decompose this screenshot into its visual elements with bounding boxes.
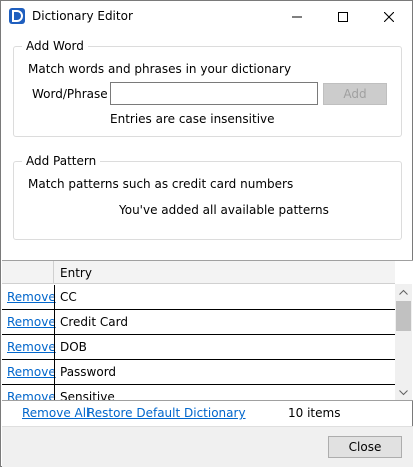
entry-cell[interactable]: Password	[60, 365, 116, 379]
dictionary-entries-table: Entry Remove CC Remove Credit Card Remov…	[2, 260, 413, 401]
close-icon	[384, 11, 394, 22]
table-row: Remove Credit Card	[2, 310, 395, 335]
cell-divider	[54, 335, 55, 360]
close-button[interactable]: Close	[328, 436, 402, 458]
add-pattern-group: Add Pattern	[13, 154, 402, 240]
table-row: Remove Sensitive	[2, 385, 395, 400]
word-phrase-input[interactable]	[110, 82, 318, 105]
scroll-down-icon[interactable]	[395, 384, 412, 401]
table-row: Remove Password	[2, 360, 395, 385]
remove-link[interactable]: Remove	[7, 340, 56, 354]
entry-cell[interactable]: CC	[60, 290, 77, 304]
cell-divider	[54, 310, 55, 335]
entry-cell[interactable]: DOB	[60, 340, 87, 354]
entry-cell[interactable]: Credit Card	[60, 315, 128, 329]
remove-link[interactable]: Remove	[7, 390, 56, 400]
restore-default-dictionary-link[interactable]: Restore Default Dictionary	[87, 406, 246, 420]
table-row: Remove DOB	[2, 335, 395, 360]
cell-divider	[54, 360, 55, 385]
add-pattern-legend: Add Pattern	[22, 154, 101, 168]
remove-column-header	[2, 261, 54, 284]
app-logo-icon	[9, 8, 25, 24]
case-insensitive-note: Entries are case insensitive	[110, 112, 275, 126]
item-count: 10 items	[288, 406, 341, 420]
remove-link[interactable]: Remove	[7, 290, 56, 304]
add-pattern-description: Match patterns such as credit card numbe…	[28, 177, 294, 191]
maximize-icon	[338, 11, 348, 22]
add-button[interactable]: Add	[323, 83, 387, 105]
dialog-footer: Close	[2, 426, 413, 467]
cell-divider	[54, 285, 55, 310]
remove-all-link[interactable]: Remove All	[22, 406, 89, 420]
remove-link[interactable]: Remove	[7, 365, 56, 379]
add-word-description: Match words and phrases in your dictiona…	[28, 62, 292, 76]
scroll-thumb[interactable]	[396, 301, 411, 331]
remove-link[interactable]: Remove	[7, 315, 56, 329]
dictionary-editor-window: Dictionary Editor Add Word Match words a…	[0, 0, 413, 467]
scroll-up-icon[interactable]	[395, 284, 412, 301]
minimize-button[interactable]	[274, 1, 320, 32]
entry-cell[interactable]: Sensitive	[60, 390, 115, 400]
window-title: Dictionary Editor	[32, 9, 133, 23]
vertical-scrollbar[interactable]	[395, 284, 412, 401]
minimize-icon	[292, 16, 302, 17]
entry-column-header: Entry	[60, 266, 92, 280]
cell-divider	[54, 385, 55, 400]
patterns-status: You've added all available patterns	[119, 203, 329, 217]
table-row: Remove CC	[2, 285, 395, 310]
word-phrase-label: Word/Phrase	[32, 87, 108, 101]
title-bar[interactable]: Dictionary Editor	[1, 1, 412, 32]
table-header: Entry	[2, 261, 395, 284]
close-window-button[interactable]	[366, 1, 412, 32]
add-word-legend: Add Word	[22, 39, 88, 53]
maximize-button[interactable]	[320, 1, 366, 32]
